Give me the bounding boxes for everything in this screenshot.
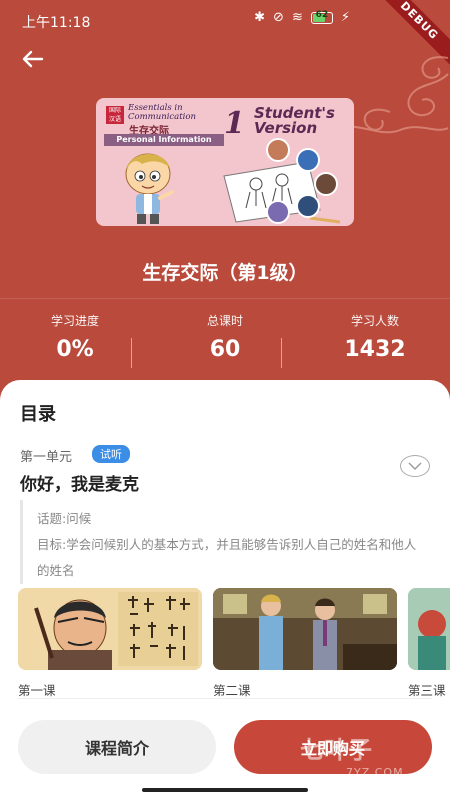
unit-description: 话题:问候 目标:学会问候别人的基本方式，并且能够告诉别人自己的姓名和他人的姓名 [20,500,420,584]
cover-version-line2: Version [254,119,318,137]
lesson-card-2[interactable]: 第二课 [213,588,397,698]
stat-divider [281,338,282,368]
lesson-label: 第三课 [408,683,446,698]
lesson-label: 第一课 [18,683,56,698]
lesson-thumbnail[interactable] [18,588,202,670]
mute-icon: ⊘ [273,10,284,25]
unit-goal: 目标:学会问候别人的基本方式，并且能够告诉别人自己的姓名和他人的姓名 [37,537,417,578]
cover-ribbon: Personal Information [104,134,224,146]
stat-progress: 学习进度 0% [15,312,135,362]
stat-value: 60 [209,337,241,362]
battery-icon: 62 [310,9,333,24]
cover-number: 1 [224,106,245,141]
status-time: 上午11:18 [22,15,91,31]
cover-logo: 国际 汉语 [106,106,124,124]
book-cover: 国际 汉语 Essentials in Communication 生存交际 P… [96,98,354,226]
lesson-label: 第二课 [213,683,251,698]
stat-value: 0% [56,337,94,362]
lesson-thumbnail[interactable] [408,588,450,670]
cover-version: Student's Version [254,106,335,136]
unit-label: 第一单元 [20,450,73,465]
expand-unit-button[interactable] [400,455,430,477]
stat-label: 学习进度 [50,314,99,328]
unit-topic: 话题:问候 [37,511,92,526]
course-title: 生存交际（第1级） [142,262,308,284]
portrait-3 [314,172,338,196]
trial-badge: 试听 [92,445,130,463]
cover-title-line2: Communication [128,112,196,122]
lesson-card-1[interactable]: 第一课 [18,588,202,698]
bottom-action-bar: 课程简介 立即购买 七叶子 7YZ.COM [0,700,450,800]
battery-text: 62 [315,9,329,20]
stat-total-lessons: 总课时 60 [165,312,285,362]
lesson-thumbnail[interactable] [213,588,397,670]
status-icons: ✱ ⊘ ≋ 62 ⚡ [254,9,350,26]
home-indicator [142,788,308,792]
stat-value: 1432 [344,337,406,362]
unit-title[interactable]: 你好，我是麦克 [20,470,139,495]
cartoon-boy-illustration [125,153,174,224]
catalog-title: 目录 [20,404,56,425]
status-bar: 上午11:18 ✱ ⊘ ≋ 62 ⚡ [0,0,450,40]
header-divider [0,298,450,299]
course-stats: 学习进度 0% 总课时 60 学习人数 1432 [0,312,450,372]
stat-learners: 学习人数 1432 [315,312,435,362]
portrait-2 [296,148,320,172]
watermark-logo: 七叶子 [300,736,372,764]
lesson-card-3[interactable]: 第三课 [408,588,450,698]
cover-title: Essentials in Communication [128,104,196,122]
chevron-down-icon [408,462,422,470]
calligraphy-teacher-image [18,588,202,670]
portrait-4 [296,194,320,218]
portrait-5 [266,200,290,224]
wifi-icon: ≋ [291,10,303,25]
lesson-three-image [408,588,450,670]
lesson-carousel[interactable]: 第一课 第二课 第三课 [18,588,450,698]
greeting-scene-image [213,588,397,670]
portrait-1 [266,138,290,162]
back-button[interactable] [18,44,48,74]
back-arrow-icon [22,50,44,68]
course-header: 上午11:18 ✱ ⊘ ≋ 62 ⚡ DEBUG 国际 汉语 Essential… [0,0,450,400]
stat-divider [131,338,132,368]
stat-label: 总课时 [206,314,243,328]
lesson-divider [18,698,432,699]
stat-label: 学习人数 [350,314,399,328]
course-intro-button[interactable]: 课程简介 [18,720,216,774]
charging-icon: ⚡ [340,10,350,25]
bluetooth-icon: ✱ [254,10,266,25]
watermark-url: 7YZ.COM [346,766,404,779]
